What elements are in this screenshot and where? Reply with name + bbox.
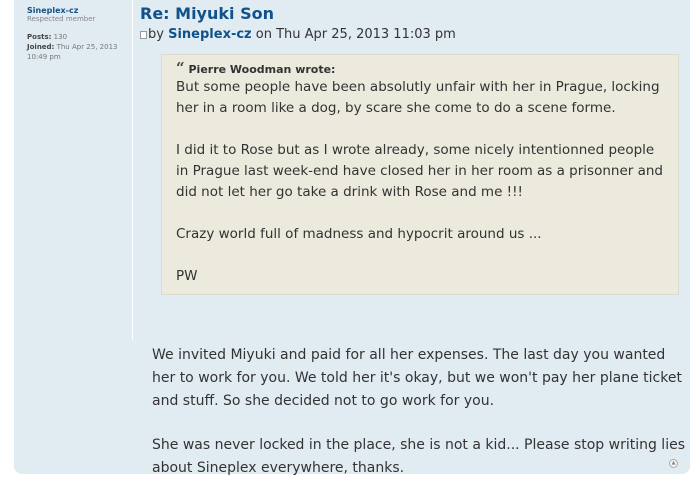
profile-joined: Joined: Thu Apr 25, 2013 10:49 pm [27,42,132,62]
quote-text: But some people have been absolutly unfa… [176,77,668,287]
profile-posts-label: Posts: [27,33,52,41]
byline-author-link[interactable]: Sineplex-cz [168,27,252,42]
quote-paragraph: I did it to Rose but as I wrote already,… [176,142,664,200]
content-paragraph: We invited Miyuki and paid for all her e… [152,347,682,409]
quote-block: “ Pierre Woodman wrote: But some people … [161,54,679,295]
forum-post: Sineplex-cz Respected member Posts: 130 … [14,0,690,476]
back-to-top-icon[interactable]: ▲ [669,459,678,468]
byline-on: on [255,27,272,42]
post-title[interactable]: Re: Miyuki Son [140,4,680,24]
quote-paragraph: Crazy world full of madness and hypocrit… [176,226,542,242]
profile-author-link[interactable]: Sineplex-cz [27,6,132,15]
quote-paragraph: PW [176,268,198,284]
quote-cite: “ Pierre Woodman wrote: [176,61,668,77]
post-icon[interactable] [140,30,147,39]
post-body: Re: Miyuki Son by Sineplex-cz on Thu Apr… [140,4,685,476]
profile-posts-value[interactable]: 130 [54,33,67,41]
post-byline: by Sineplex-cz on Thu Apr 25, 2013 11:03… [140,27,680,43]
byline-by: by [148,27,164,42]
profile-posts: Posts: 130 [27,32,132,42]
content-paragraph: She was never locked in the place, she i… [152,437,685,476]
quote-mark-icon: “ [176,59,185,77]
quote-author: Pierre Woodman wrote: [188,63,336,76]
quote-paragraph: But some people have been absolutly unfa… [176,79,660,116]
byline-timestamp: Thu Apr 25, 2013 11:03 pm [276,27,456,42]
post-profile: Sineplex-cz Respected member Posts: 130 … [27,6,132,62]
profile-joined-label: Joined: [27,43,55,51]
profile-divider [132,0,133,340]
post-content: We invited Miyuki and paid for all her e… [152,344,687,501]
profile-rank: Respected member [27,15,96,23]
